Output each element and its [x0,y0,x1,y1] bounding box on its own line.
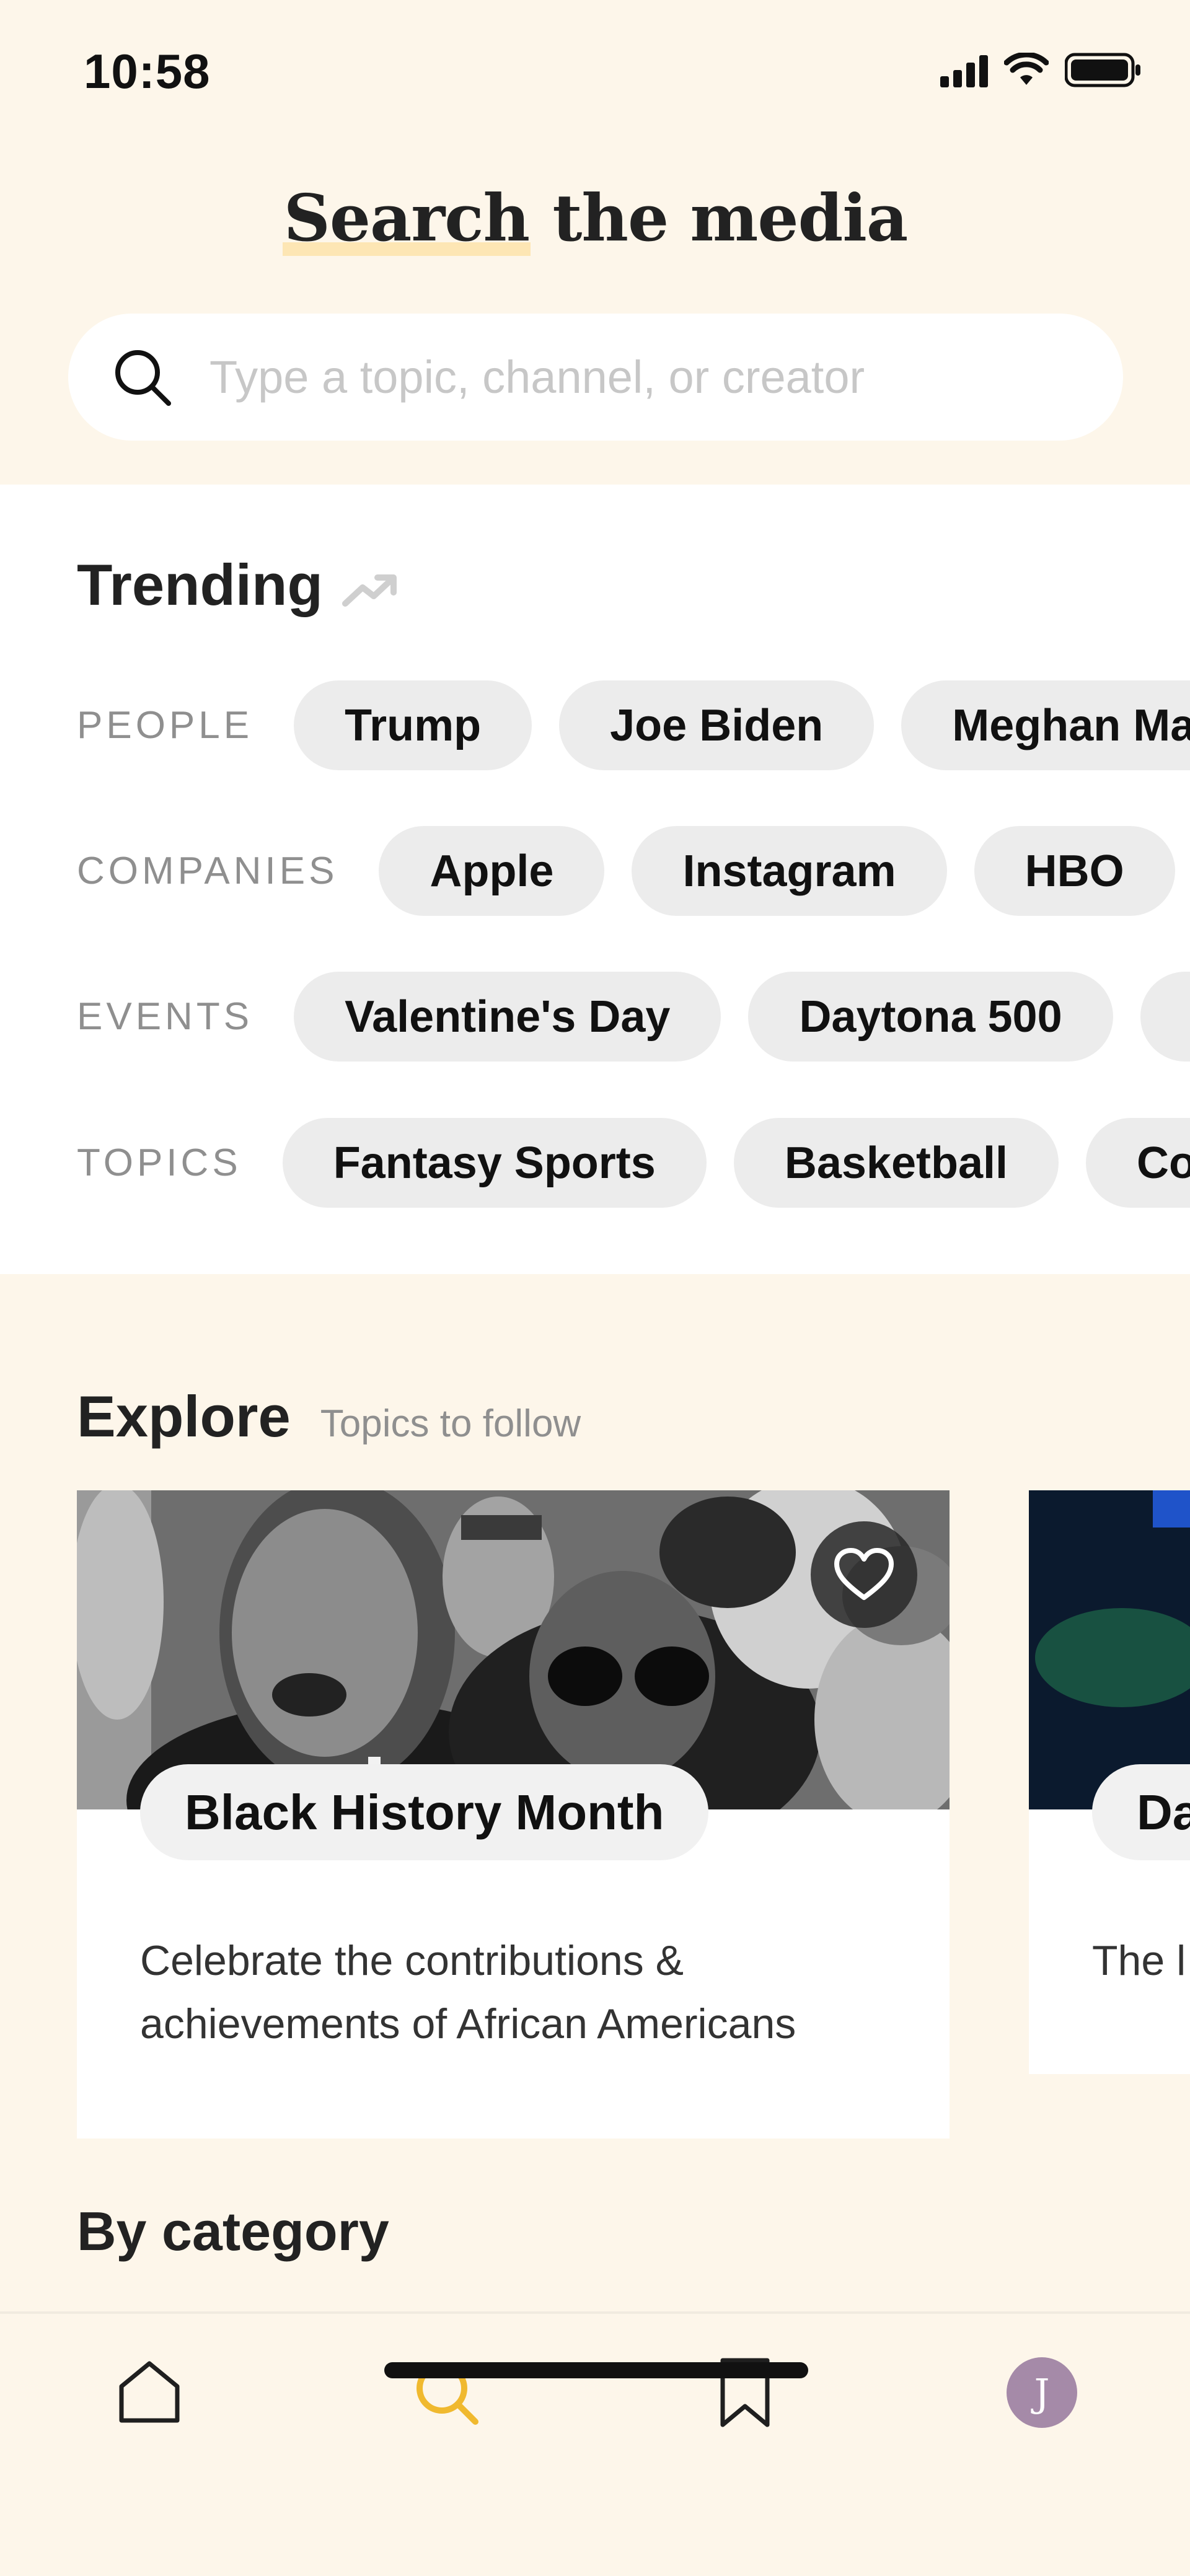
by-category-heading: By category [77,2200,389,2262]
card-photo-collage [77,1490,950,1809]
wifi-icon [1004,53,1049,85]
row-label: COMPANIES [77,850,338,892]
nav-profile[interactable]: J [1002,2352,1082,2433]
page-title-rest: the media [531,180,908,256]
bottom-nav: J [0,2311,1190,2576]
heart-icon [834,1548,894,1600]
chip-trump[interactable]: Trump [294,680,532,770]
explore-subtitle: Topics to follow [320,1402,581,1445]
chip-valentines-day[interactable]: Valentine's Day [294,972,721,1062]
favorite-button[interactable] [811,1521,917,1628]
trending-row-topics: TOPICS Fantasy Sports Basketball College [77,1118,1190,1208]
card-tag: Da [1092,1764,1190,1860]
status-time: 10:58 [84,44,211,99]
card-description: Celebrate the contributions & achievemen… [140,1937,796,2047]
cellular-signal-icon [940,53,988,87]
row-label: TOPICS [77,1141,242,1184]
battery-icon [1065,53,1140,87]
page-title: Search the media [0,180,1190,256]
trending-up-icon [342,574,397,607]
chip-joe-biden[interactable]: Joe Biden [559,680,875,770]
trending-section: Trending PEOPLE Trump Joe Biden Meghan M… [0,485,1190,1274]
trending-heading: Trending [77,552,399,618]
trending-row-people: PEOPLE Trump Joe Biden Meghan Markle [77,680,1190,770]
nav-home[interactable] [109,2352,190,2433]
home-icon [119,2361,180,2423]
avatar: J [1007,2357,1077,2428]
card-description: The l [1092,1937,1186,1984]
chip-fantasy-sports[interactable]: Fantasy Sports [282,1118,707,1208]
explore-heading: Explore Topics to follow [77,1383,581,1450]
status-icons [940,52,1142,88]
trending-row-events: EVENTS Valentine's Day Daytona 500 9 [77,972,1190,1062]
row-label: PEOPLE [77,704,253,747]
chip-daytona-500[interactable]: Daytona 500 [748,972,1113,1062]
search-input[interactable] [209,351,1077,403]
card-photo [1029,1490,1190,1809]
chip-basketball[interactable]: Basketball [733,1118,1059,1208]
chip-instagram[interactable]: Instagram [632,826,947,916]
trending-title: Trending [77,552,323,617]
search-bar[interactable] [68,314,1123,441]
card-image [77,1490,950,1809]
chip-apple[interactable]: Apple [379,826,605,916]
status-bar: 10:58 [0,0,1190,124]
card-image [1029,1490,1190,1809]
chip-partial[interactable]: 9 [1140,972,1190,1062]
trending-row-companies: COMPANIES Apple Instagram HBO [77,826,1190,916]
page-title-highlight: Search [282,180,531,256]
row-label: EVENTS [77,995,253,1038]
chip-college[interactable]: College [1086,1118,1190,1208]
topic-card-partial[interactable]: Da The l [1029,1490,1190,2074]
chip-meghan-markle[interactable]: Meghan Markle [901,680,1190,770]
chip-hbo[interactable]: HBO [974,826,1175,916]
explore-title: Explore [77,1384,291,1449]
topic-card-black-history-month[interactable]: Black History Month Celebrate the contri… [77,1490,950,2139]
card-tag: Black History Month [140,1764,709,1860]
search-icon [115,349,171,406]
home-indicator [384,2362,808,2378]
